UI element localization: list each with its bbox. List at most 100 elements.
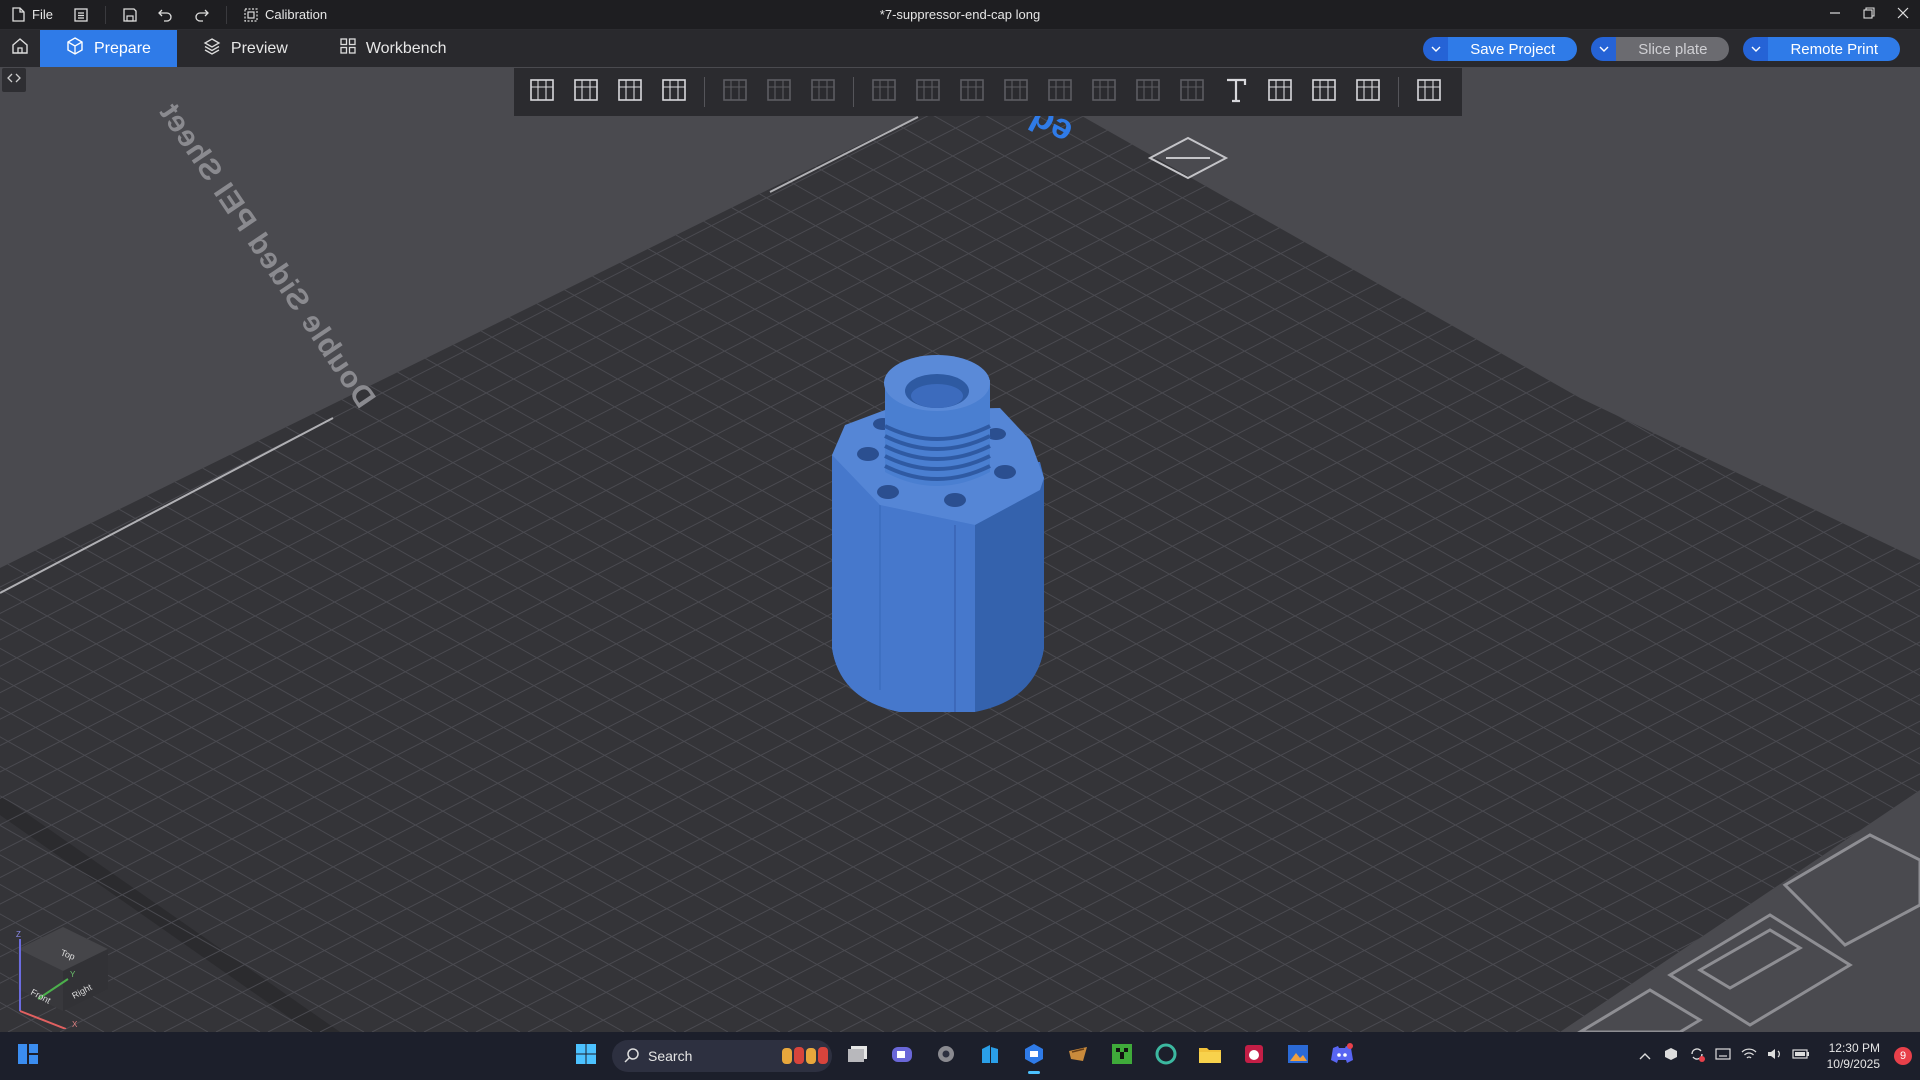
rotate-tool[interactable] — [906, 70, 950, 114]
minimize-button[interactable] — [1818, 0, 1852, 30]
split-objects-tool[interactable] — [713, 70, 757, 114]
remote-print-label: Remote Print — [1768, 37, 1900, 61]
puzzle-tool[interactable] — [1407, 70, 1451, 114]
slicer-app[interactable] — [1060, 1038, 1096, 1074]
file-icon — [10, 7, 26, 23]
raspberry-icon — [1243, 1043, 1265, 1070]
battery-icon — [1792, 1047, 1810, 1065]
search-highlight-icon — [780, 1044, 832, 1069]
browser-icon — [1155, 1043, 1177, 1070]
gear-icon — [935, 1043, 957, 1070]
grid-apps-icon — [340, 38, 356, 59]
file-menu[interactable]: File — [0, 0, 63, 30]
save-project-button[interactable]: Save Project — [1423, 37, 1578, 61]
chevron-down-icon[interactable] — [1743, 37, 1769, 61]
home-button[interactable] — [0, 30, 40, 67]
wifi-button[interactable] — [1739, 1046, 1759, 1066]
folder-icon — [1198, 1044, 1222, 1069]
tab-preview[interactable]: Preview — [177, 30, 314, 67]
battery-button[interactable] — [1791, 1046, 1811, 1066]
boolean-tool[interactable] — [1082, 70, 1126, 114]
lay-on-face-tool[interactable] — [994, 70, 1038, 114]
clock-time: 12:30 PM — [1828, 1041, 1880, 1055]
system-tray: 12:30 PM 10/9/2025 9 — [1635, 1032, 1912, 1080]
bambu-studio-app[interactable] — [1016, 1038, 1052, 1074]
boolean-icon — [1089, 75, 1119, 110]
tab-prepare[interactable]: Prepare — [40, 30, 177, 67]
divider — [104, 5, 106, 24]
minecraft-app[interactable] — [1104, 1038, 1140, 1074]
sync-icon — [1689, 1046, 1705, 1067]
text-icon — [1221, 75, 1251, 110]
show-hidden-icons-button[interactable] — [1635, 1046, 1655, 1066]
measure-icon — [1309, 75, 1339, 110]
taskbar-clock[interactable]: 12:30 PM 10/9/2025 — [1827, 1040, 1880, 1072]
notification-badge[interactable]: 9 — [1894, 1047, 1912, 1065]
undo-button[interactable] — [148, 0, 184, 30]
3d-viewport[interactable]: Double Sided PEI Sheet ed Top Front Righ… — [0, 67, 1920, 1032]
discord-icon — [1330, 1042, 1354, 1070]
remote-print-button[interactable]: Remote Print — [1743, 37, 1900, 61]
wifi-icon — [1741, 1047, 1757, 1066]
sidebar-toggle-button[interactable] — [2, 68, 26, 92]
measure-tool[interactable] — [1302, 70, 1346, 114]
support-paint-tool[interactable] — [1126, 70, 1170, 114]
calibration-icon — [243, 7, 259, 23]
seam-paint-icon — [1177, 75, 1207, 110]
task-view-button[interactable] — [840, 1038, 876, 1074]
start-button[interactable] — [568, 1038, 604, 1074]
auto-orient-tool[interactable] — [608, 70, 652, 114]
task-view-icon — [847, 1044, 869, 1069]
layers-variable-tool[interactable] — [801, 70, 845, 114]
taskbar-search[interactable]: Search — [612, 1040, 832, 1072]
move-icon — [869, 75, 899, 110]
text-tool[interactable] — [1214, 70, 1258, 114]
teams-app[interactable] — [884, 1038, 920, 1074]
divider — [225, 5, 227, 24]
arrange-icon — [659, 75, 689, 110]
file-explorer-app[interactable] — [1192, 1038, 1228, 1074]
settings-app[interactable] — [928, 1038, 964, 1074]
chevron-down-icon[interactable] — [1591, 37, 1617, 61]
scale-icon — [957, 75, 987, 110]
view-cube[interactable]: Top Front Right Z Y X — [8, 919, 118, 1029]
slice-plate-button[interactable]: Slice plate — [1591, 37, 1730, 61]
add-object-tool[interactable] — [520, 70, 564, 114]
calibration-menu[interactable]: Calibration — [233, 0, 337, 30]
seam-paint-tool[interactable] — [1170, 70, 1214, 114]
toolbar-divider — [1398, 77, 1399, 107]
puzzle-icon — [1414, 75, 1444, 110]
arrange-tool[interactable] — [652, 70, 696, 114]
chevron-up-icon — [1639, 1047, 1651, 1065]
tray-app-sync[interactable] — [1687, 1046, 1707, 1066]
clock-date: 10/9/2025 — [1826, 1057, 1880, 1071]
main-tab-bar: Prepare Preview Workbench Save Project S… — [0, 30, 1920, 67]
raspberry-pi-imager-app[interactable] — [1236, 1038, 1272, 1074]
widgets-button[interactable] — [14, 1042, 42, 1070]
browser-app[interactable] — [1148, 1038, 1184, 1074]
add-plate-icon — [571, 75, 601, 110]
save-icon — [122, 7, 138, 23]
store-app[interactable] — [972, 1038, 1008, 1074]
volume-button[interactable] — [1765, 1046, 1785, 1066]
menu-button[interactable] — [63, 0, 99, 30]
keyboard-button[interactable] — [1713, 1046, 1733, 1066]
add-plate-tool[interactable] — [564, 70, 608, 114]
redo-button[interactable] — [184, 0, 220, 30]
photo-app[interactable] — [1280, 1038, 1316, 1074]
restore-button[interactable] — [1852, 0, 1886, 30]
mesh-boolean-tool[interactable] — [1258, 70, 1302, 114]
undo-icon — [158, 7, 174, 23]
assembly-tool[interactable] — [1346, 70, 1390, 114]
split-parts-tool[interactable] — [757, 70, 801, 114]
scale-tool[interactable] — [950, 70, 994, 114]
cut-tool[interactable] — [1038, 70, 1082, 114]
tray-app-cube[interactable] — [1661, 1046, 1681, 1066]
chevron-down-icon[interactable] — [1423, 37, 1449, 61]
tab-workbench[interactable]: Workbench — [314, 30, 473, 67]
close-button[interactable] — [1886, 0, 1920, 30]
move-tool[interactable] — [862, 70, 906, 114]
save-button[interactable] — [112, 0, 148, 30]
discord-app[interactable] — [1324, 1038, 1360, 1074]
bambu-studio-icon — [1023, 1043, 1045, 1070]
